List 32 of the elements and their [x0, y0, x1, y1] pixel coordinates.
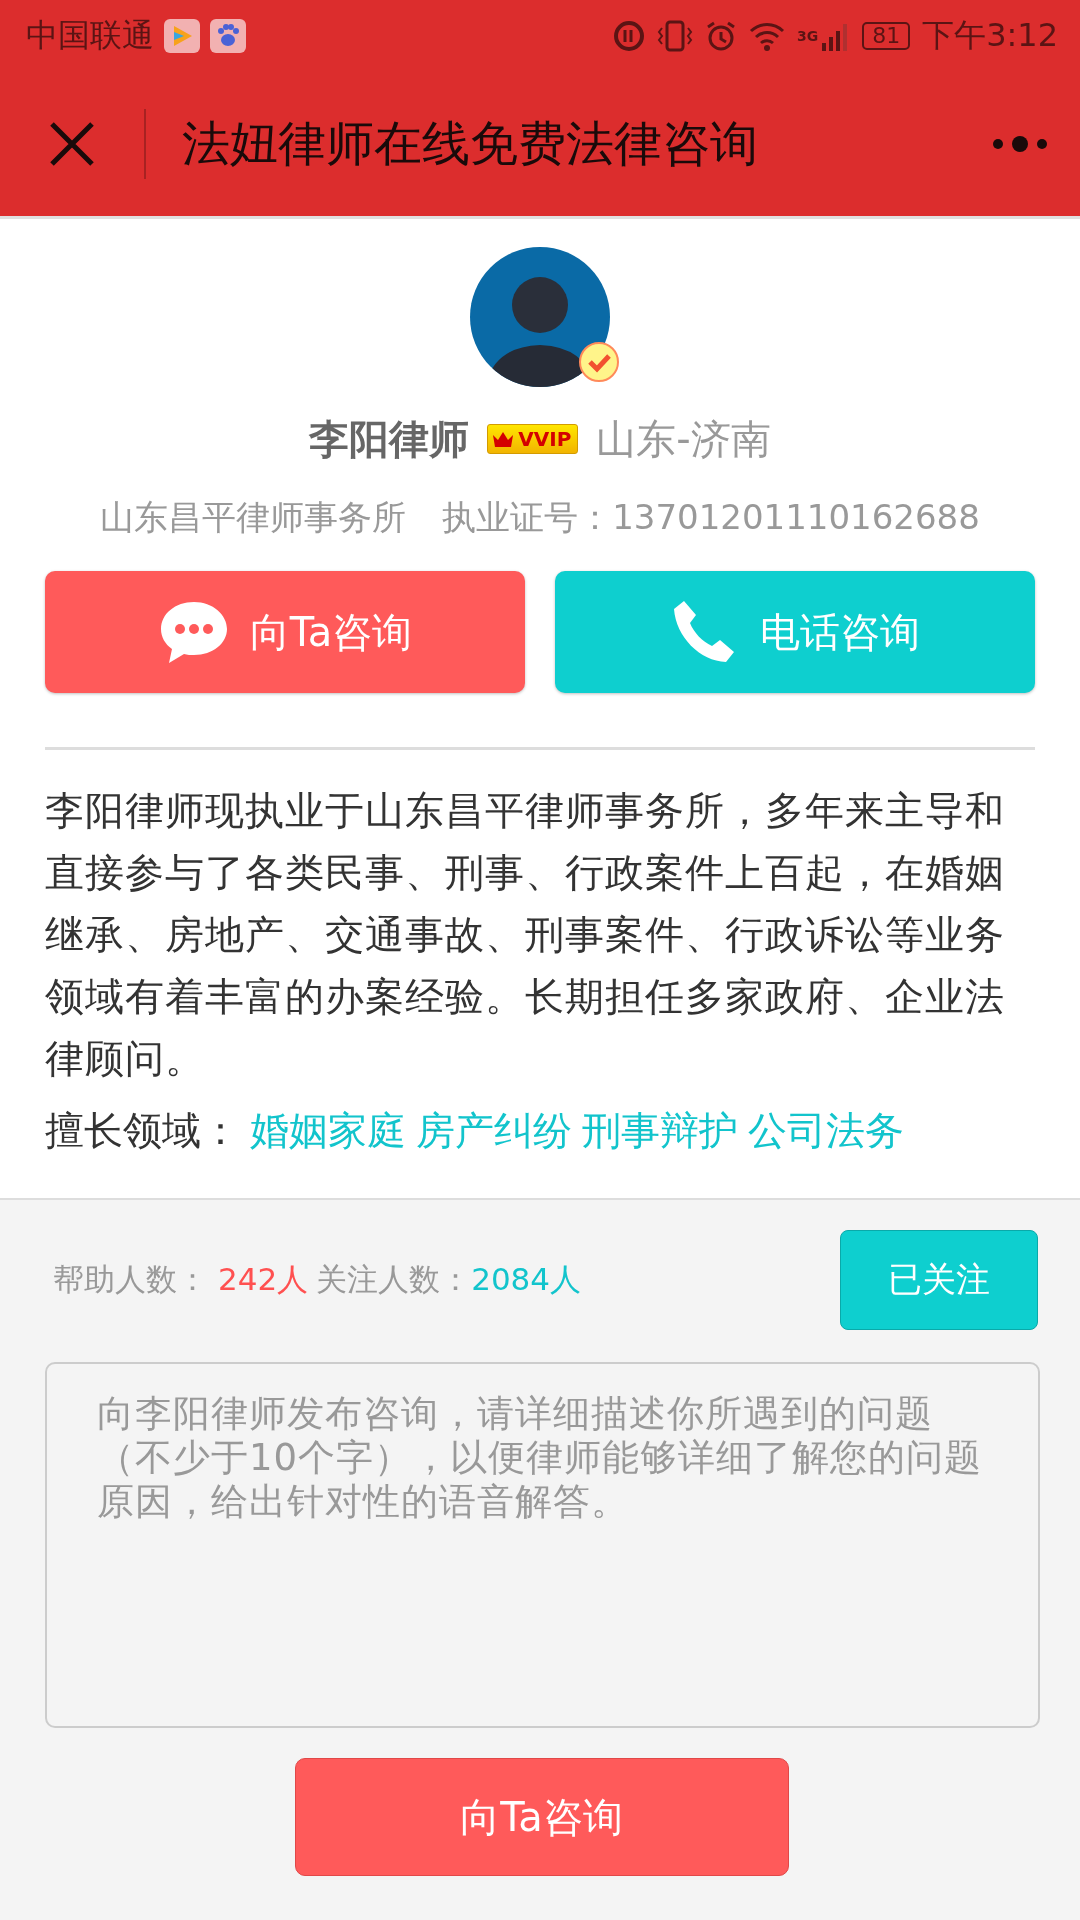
paw-app-icon [210, 19, 246, 53]
followers-count: 2084人 [471, 1260, 582, 1299]
consult-button[interactable]: 向Ta咨询 [45, 571, 525, 693]
followers-label: 关注人数： [316, 1260, 472, 1299]
consult-input-field[interactable]: 向李阳律师发布咨询，请详细描述你所遇到的问题（不少于10个字），以便律师能够详细了解您的问题原因，给出针对性的语音解答。 [45, 1362, 1040, 1728]
crown-icon [492, 431, 515, 447]
page-title: 法妞律师在线免费法律咨询 [182, 114, 758, 173]
verified-badge-icon [578, 341, 620, 383]
wifi-icon [748, 21, 785, 51]
network-type: 3G [796, 28, 819, 44]
specialty-label: 擅长领域： [45, 1107, 240, 1155]
helped-label: 帮助人数： [53, 1260, 208, 1299]
license-number: 执业证号：13701201110162688 [442, 496, 980, 539]
vibrate-icon [656, 20, 693, 52]
battery-level: 81 [862, 22, 911, 50]
specialty-link[interactable]: 刑事辩护 [582, 1100, 738, 1162]
helped-count: 242人 [218, 1260, 309, 1299]
submit-consult-button[interactable]: 向Ta咨询 [294, 1758, 789, 1876]
specialty-link[interactable]: 公司法务 [748, 1100, 904, 1162]
lawyer-bio: 李阳律师现执业于山东昌平律师事务所，多年来主导和直接参与了各类民事、刑事、行政案件上百起，在婚姻继承、房地产、交通事故、刑事案件、行政诉讼等业务领域有着丰富的办案经验。长期担任多家政府、企业法律顾问。 [45, 787, 1006, 1083]
clock-time: 下午3:12 [922, 15, 1058, 56]
carrier-name: 中国联通 [26, 15, 154, 56]
lawyer-name: 李阳律师 [309, 414, 470, 464]
specialty-link[interactable]: 房产纠纷 [416, 1100, 572, 1162]
lawyer-location: 山东-济南 [596, 414, 771, 464]
follow-button[interactable]: 已关注 [840, 1230, 1038, 1330]
vip-badge: VVIP [487, 424, 579, 454]
more-button[interactable] [990, 134, 1050, 154]
video-app-icon [164, 19, 200, 53]
specialty-link[interactable]: 婚姻家庭 [250, 1100, 406, 1162]
phone-consult-button[interactable]: 电话咨询 [555, 571, 1035, 693]
law-firm: 山东昌平律师事务所 [100, 496, 407, 539]
